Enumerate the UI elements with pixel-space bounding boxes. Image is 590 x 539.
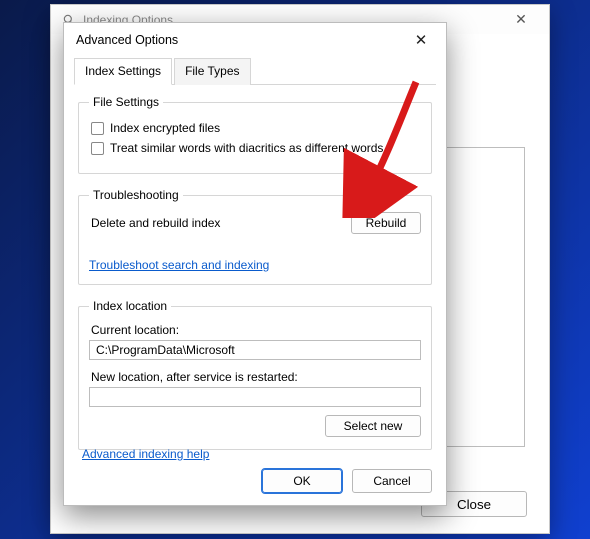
- new-location-label: New location, after service is restarted…: [91, 370, 421, 384]
- index-location-group: Index location Current location: New loc…: [78, 299, 432, 450]
- current-location-label: Current location:: [91, 323, 421, 337]
- label-diacritics: Treat similar words with diacritics as d…: [110, 141, 383, 155]
- cancel-button[interactable]: Cancel: [352, 469, 432, 493]
- label-index-encrypted: Index encrypted files: [110, 121, 220, 135]
- tab-strip: Index Settings File Types: [74, 57, 436, 85]
- rebuild-button[interactable]: Rebuild: [351, 212, 421, 234]
- troubleshooting-group: Troubleshooting Delete and rebuild index…: [78, 188, 432, 285]
- parent-close-button[interactable]: ✕: [503, 11, 539, 28]
- advanced-indexing-help-link[interactable]: Advanced indexing help: [82, 447, 209, 461]
- troubleshoot-link[interactable]: Troubleshoot search and indexing: [89, 258, 269, 272]
- select-new-button[interactable]: Select new: [325, 415, 421, 437]
- rebuild-label: Delete and rebuild index: [91, 216, 220, 230]
- ok-button[interactable]: OK: [262, 469, 342, 493]
- checkbox-diacritics[interactable]: [91, 142, 104, 155]
- dialog-title: Advanced Options: [76, 33, 178, 47]
- checkbox-index-encrypted[interactable]: [91, 122, 104, 135]
- file-settings-legend: File Settings: [89, 95, 163, 109]
- advanced-options-dialog: Advanced Options ✕ Index Settings File T…: [63, 22, 447, 506]
- tab-index-settings[interactable]: Index Settings: [74, 58, 172, 85]
- current-location-field[interactable]: [89, 340, 421, 360]
- dialog-footer-buttons: OK Cancel: [262, 469, 432, 493]
- tab-file-types[interactable]: File Types: [174, 58, 250, 85]
- file-settings-group: File Settings Index encrypted files Trea…: [78, 95, 432, 174]
- dialog-titlebar: Advanced Options ✕: [64, 23, 446, 53]
- new-location-field[interactable]: [89, 387, 421, 407]
- tab-panel-index-settings: File Settings Index encrypted files Trea…: [64, 85, 446, 450]
- troubleshooting-legend: Troubleshooting: [89, 188, 183, 202]
- index-location-legend: Index location: [89, 299, 171, 313]
- close-icon[interactable]: ✕: [406, 31, 436, 49]
